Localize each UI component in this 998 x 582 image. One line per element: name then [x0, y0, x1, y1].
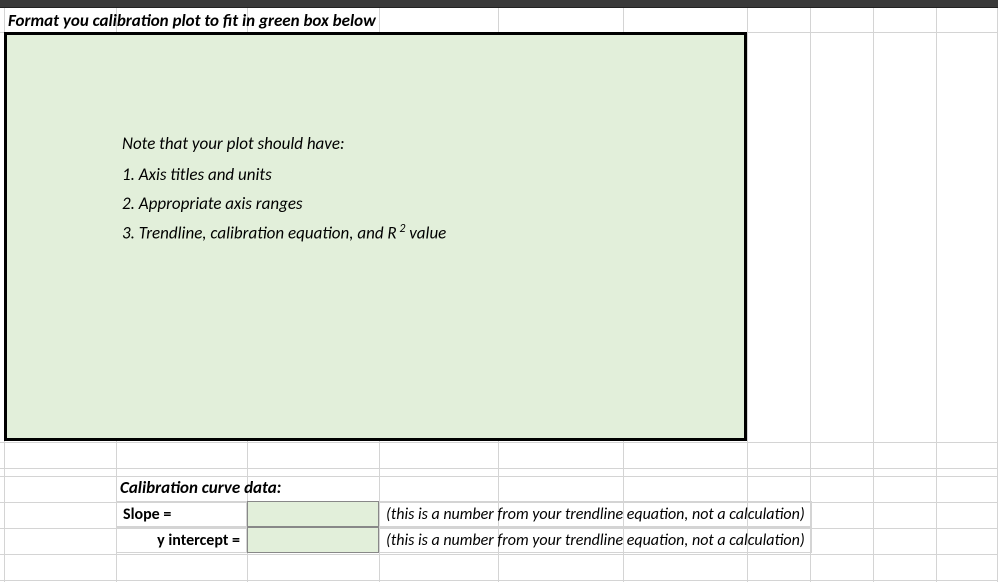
window-top-bar — [0, 0, 998, 8]
slope-value-cell[interactable] — [247, 501, 379, 527]
note-item-1: 1. Axis titles and units — [122, 161, 446, 190]
yintercept-value-cell[interactable] — [247, 527, 379, 553]
yintercept-row: y intercept = (this is a number from you… — [116, 527, 812, 553]
note-item-3-pre: 3. Trendline, calibration equation, and … — [122, 222, 397, 243]
slope-label: Slope = — [116, 501, 247, 527]
instruction-header: Format you calibration plot to fit in gr… — [4, 8, 524, 34]
yintercept-label: y intercept = — [116, 527, 247, 553]
calibration-data-section: Calibration curve data: Slope = (this is… — [116, 475, 812, 553]
note-item-3: 3. Trendline, calibration equation, and … — [122, 219, 446, 249]
calibration-plot-box[interactable]: Note that your plot should have: 1. Axis… — [4, 32, 747, 441]
slope-hint: (this is a number from your trendline eq… — [379, 501, 812, 527]
plot-requirements-note: Note that your plot should have: 1. Axis… — [122, 130, 446, 248]
yintercept-hint: (this is a number from your trendline eq… — [379, 527, 812, 553]
note-title: Note that your plot should have: — [122, 130, 446, 159]
note-item-3-post: value — [405, 222, 446, 243]
calibration-data-header: Calibration curve data: — [116, 475, 812, 501]
note-item-2: 2. Appropriate axis ranges — [122, 190, 446, 219]
slope-row: Slope = (this is a number from your tren… — [116, 501, 812, 527]
